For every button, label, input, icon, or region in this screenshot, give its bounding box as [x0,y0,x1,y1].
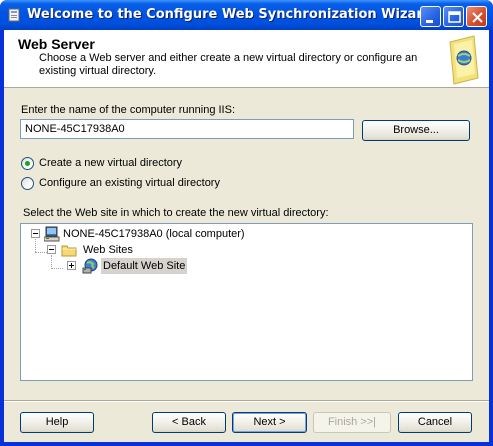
folder-icon [61,245,77,257]
minimize-icon [426,20,433,23]
cancel-button[interactable]: Cancel [398,412,472,433]
tree-line [35,239,36,252]
wizard-body: Web Server Choose a Web server and eithe… [4,30,489,442]
maximize-icon [448,11,461,23]
wizard-app-icon [8,8,20,22]
footer-divider [4,400,489,402]
web-site-globe-icon [82,258,98,274]
computer-icon [44,226,60,242]
tree-node-web-sites[interactable]: Web Sites [83,242,133,258]
configure-existing-vdir-label[interactable]: Configure an existing virtual directory [39,177,220,189]
tree-line [51,255,52,269]
expand-toggle[interactable] [67,261,76,270]
window-title: Welcome to the Configure Web Synchroniza… [27,7,433,22]
tree-node-default-web-site[interactable]: Default Web Site [101,258,188,274]
web-server-header-icon [449,35,479,85]
create-new-vdir-radio[interactable] [21,157,34,170]
close-button[interactable] [466,6,487,27]
create-new-vdir-label[interactable]: Create a new virtual directory [39,157,182,169]
collapse-toggle[interactable] [31,229,40,238]
computer-name-label: Enter the name of the computer running I… [21,104,236,116]
collapse-toggle[interactable] [47,245,56,254]
next-button[interactable]: Next > [232,412,307,433]
help-button[interactable]: Help [20,412,94,433]
web-site-label: Select the Web site in which to create t… [23,207,329,219]
page-description: Choose a Web server and either create a … [39,52,418,77]
tree-node-computer[interactable]: NONE-45C17938A0 (local computer) [63,226,245,242]
title-bar[interactable]: Welcome to the Configure Web Synchroniza… [0,0,493,30]
computer-name-input[interactable]: NONE-45C17938A0 [20,119,354,139]
page-title: Web Server [18,36,95,52]
close-icon [472,12,483,23]
finish-button[interactable]: Finish >>| [313,412,391,433]
tree-line [51,268,63,269]
web-site-tree[interactable]: NONE-45C17938A0 (local computer) Web Sit… [20,223,473,381]
configure-existing-vdir-radio[interactable] [21,177,34,190]
wizard-header: Web Server Choose a Web server and eithe… [4,30,489,88]
back-button[interactable]: < Back [152,412,226,433]
browse-button[interactable]: Browse... [362,120,470,141]
tree-line [35,252,47,253]
wizard-window: Welcome to the Configure Web Synchroniza… [0,0,493,446]
minimize-button[interactable] [420,6,441,27]
maximize-button[interactable] [443,6,464,27]
